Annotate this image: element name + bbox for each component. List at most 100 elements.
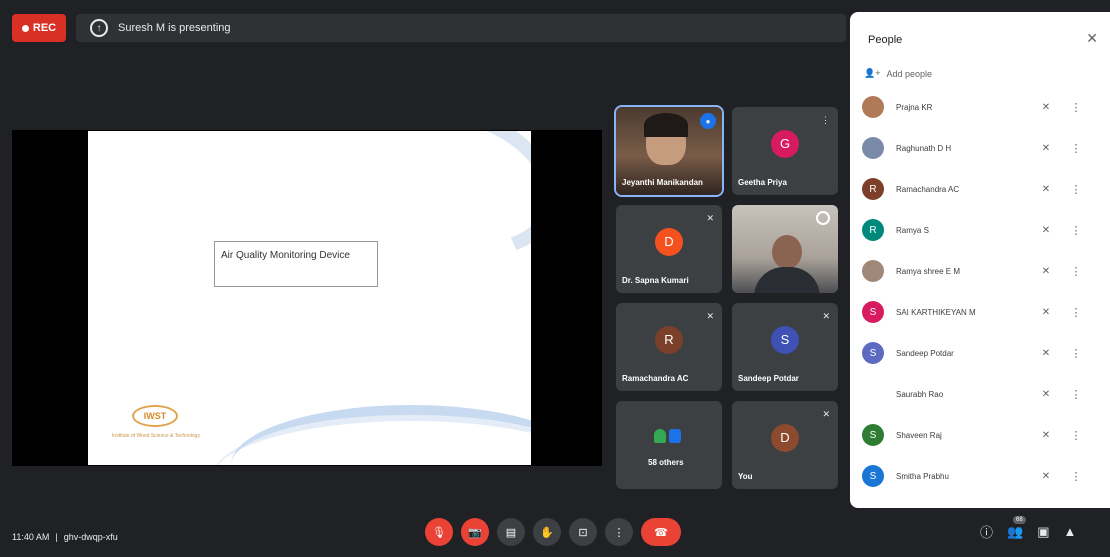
close-icon[interactable]: ✕ <box>1086 30 1098 47</box>
person-name: SAI KARTHIKEYAN M <box>896 307 976 317</box>
present-button[interactable]: ⊡ <box>569 518 597 546</box>
recording-indicator[interactable]: REC <box>12 14 66 42</box>
info-icon[interactable]: ⓘ <box>980 522 993 541</box>
mic-off-button[interactable]: 🎙 <box>425 518 453 546</box>
captions-button[interactable]: ▤ <box>497 518 525 546</box>
avatar: S <box>862 301 884 323</box>
separator: | <box>55 532 58 542</box>
people-list-item[interactable]: S Sandeep Potdar ✕ ⋮ <box>862 340 1098 366</box>
participant-tile[interactable] <box>732 205 838 293</box>
more-options-icon[interactable]: ⋮ <box>1066 429 1086 442</box>
mic-muted-icon[interactable]: ✕ <box>1026 430 1066 441</box>
people-list-item[interactable]: S Shaveen Raj ✕ ⋮ <box>862 422 1098 448</box>
person-icon <box>654 429 666 443</box>
mic-muted-icon[interactable]: ✕ <box>1026 184 1066 195</box>
more-options-icon[interactable]: ⋮ <box>1066 224 1086 237</box>
end-call-button[interactable]: ☎ <box>641 518 681 546</box>
raise-hand-button[interactable]: ✋ <box>533 518 561 546</box>
person-name: Saurabh Rao <box>896 389 944 399</box>
more-options-icon[interactable]: ⋮ <box>1066 142 1086 155</box>
side-controls: ⓘ 68 👥 ▣ ▲ <box>980 515 1077 541</box>
people-list-item[interactable]: Raghunath D H ✕ ⋮ <box>862 135 1098 161</box>
participant-hair <box>644 113 688 137</box>
avatar <box>862 383 884 405</box>
rec-label: REC <box>32 22 57 34</box>
presenting-banner: ↑ Suresh M is presenting <box>76 14 846 42</box>
participant-tile[interactable]: ✕ R Ramachandra AC <box>616 303 722 391</box>
mic-muted-icon[interactable]: ✕ <box>1026 266 1066 277</box>
person-name: Sandeep Potdar <box>896 348 954 358</box>
avatar <box>862 137 884 159</box>
people-list-item[interactable]: Saurabh Rao ✕ ⋮ <box>862 381 1098 407</box>
mic-muted-icon[interactable]: ✕ <box>1026 225 1066 236</box>
mic-muted-icon[interactable]: ✕ <box>1026 102 1066 113</box>
participant-face <box>772 235 802 269</box>
participant-name: You <box>738 472 753 481</box>
add-people-button[interactable]: 👤+ Add people <box>864 68 932 79</box>
more-options-icon[interactable]: ⋮ <box>1066 470 1086 483</box>
mic-muted-icon[interactable]: ✕ <box>1026 348 1066 359</box>
add-person-icon: 👤+ <box>864 68 881 78</box>
people-list-item[interactable]: R Ramya S ✕ ⋮ <box>862 217 1098 243</box>
participant-tile[interactable]: ✕ D Dr. Sapna Kumari <box>616 205 722 293</box>
people-list-item[interactable]: Prajna KR ✕ ⋮ <box>862 94 1098 120</box>
record-dot-icon <box>21 24 29 32</box>
avatar: S <box>862 342 884 364</box>
mic-muted-icon[interactable]: ✕ <box>1026 471 1066 482</box>
person-name: Smitha Prabhu <box>896 471 949 481</box>
people-list-item[interactable]: R Ramachandra AC ✕ ⋮ <box>862 176 1098 202</box>
more-options-icon[interactable]: ⋮ <box>1066 101 1086 114</box>
activities-icon[interactable]: ▲ <box>1064 524 1077 539</box>
meeting-info: 11:40 AM | ghv-dwqp-xfu <box>12 532 118 542</box>
speaking-icon: ● <box>700 113 716 129</box>
avatar: D <box>655 227 683 256</box>
mic-muted-icon: ✕ <box>706 213 714 223</box>
people-panel: People ✕ 👤+ Add people Prajna KR ✕ ⋮ Rag… <box>850 12 1110 508</box>
more-options-icon[interactable]: ⋮ <box>1066 306 1086 319</box>
mic-muted-icon[interactable]: ✕ <box>1026 143 1066 154</box>
person-name: Ramya shree E M <box>896 266 961 276</box>
participant-name: Ramachandra AC <box>622 374 689 383</box>
call-controls: 🎙 📷 ▤ ✋ ⊡ ⋮ ☎ <box>425 518 681 546</box>
person-name: Ramachandra AC <box>896 184 960 194</box>
pin-icon <box>816 211 830 225</box>
more-options-icon[interactable]: ⋮ <box>1066 347 1086 360</box>
others-tile[interactable]: 58 others <box>616 401 722 489</box>
person-name: Prajna KR <box>896 102 933 112</box>
participant-tile[interactable]: ✕ S Sandeep Potdar <box>732 303 838 391</box>
others-avatars <box>654 429 681 443</box>
people-button[interactable]: 68 👥 <box>1007 515 1026 540</box>
slide-logo: IWST <box>132 405 178 427</box>
participant-name: Geetha Priya <box>738 178 787 187</box>
participant-name: Dr. Sapna Kumari <box>622 276 689 285</box>
mic-muted-icon[interactable]: ✕ <box>1026 307 1066 318</box>
more-options-icon[interactable]: ⋮ <box>1066 388 1086 401</box>
self-tile[interactable]: ✕ D You <box>732 401 838 489</box>
slide-logo-caption: Institute of Wood Science & Technology <box>112 433 200 439</box>
camera-off-button[interactable]: 📷 <box>461 518 489 546</box>
presentation-slide: Air Quality Monitoring Device IWST Insti… <box>88 131 531 465</box>
avatar: S <box>862 424 884 446</box>
more-options-icon[interactable]: ⋮ <box>1066 183 1086 196</box>
people-list-item[interactable]: Ramya shree E M ✕ ⋮ <box>862 258 1098 284</box>
participant-tile[interactable]: ⋮ G Geetha Priya <box>732 107 838 195</box>
mic-muted-icon: ✕ <box>822 311 830 321</box>
mic-muted-icon[interactable]: ✕ <box>1026 389 1066 400</box>
avatar: D <box>771 423 799 452</box>
chat-icon[interactable]: ▣ <box>1037 524 1049 540</box>
avatar: S <box>862 465 884 487</box>
person-icon <box>669 429 681 443</box>
people-list-item[interactable]: S Smitha Prabhu ✕ ⋮ <box>862 463 1098 489</box>
people-list-item[interactable]: S SAI KARTHIKEYAN M ✕ ⋮ <box>862 299 1098 325</box>
avatar: R <box>862 219 884 241</box>
more-options-button[interactable]: ⋮ <box>605 518 633 546</box>
slide-decoration <box>231 405 531 465</box>
slide-title-box: Air Quality Monitoring Device <box>214 241 378 287</box>
participant-count-badge: 68 <box>1013 515 1026 524</box>
person-name: Ramya S <box>896 225 929 235</box>
mic-muted-icon: ✕ <box>706 311 714 321</box>
current-time: 11:40 AM <box>12 532 50 542</box>
mic-muted-icon: ⋮ <box>821 115 830 125</box>
participant-tile[interactable]: ● Jeyanthi Manikandan <box>614 105 724 197</box>
more-options-icon[interactable]: ⋮ <box>1066 265 1086 278</box>
